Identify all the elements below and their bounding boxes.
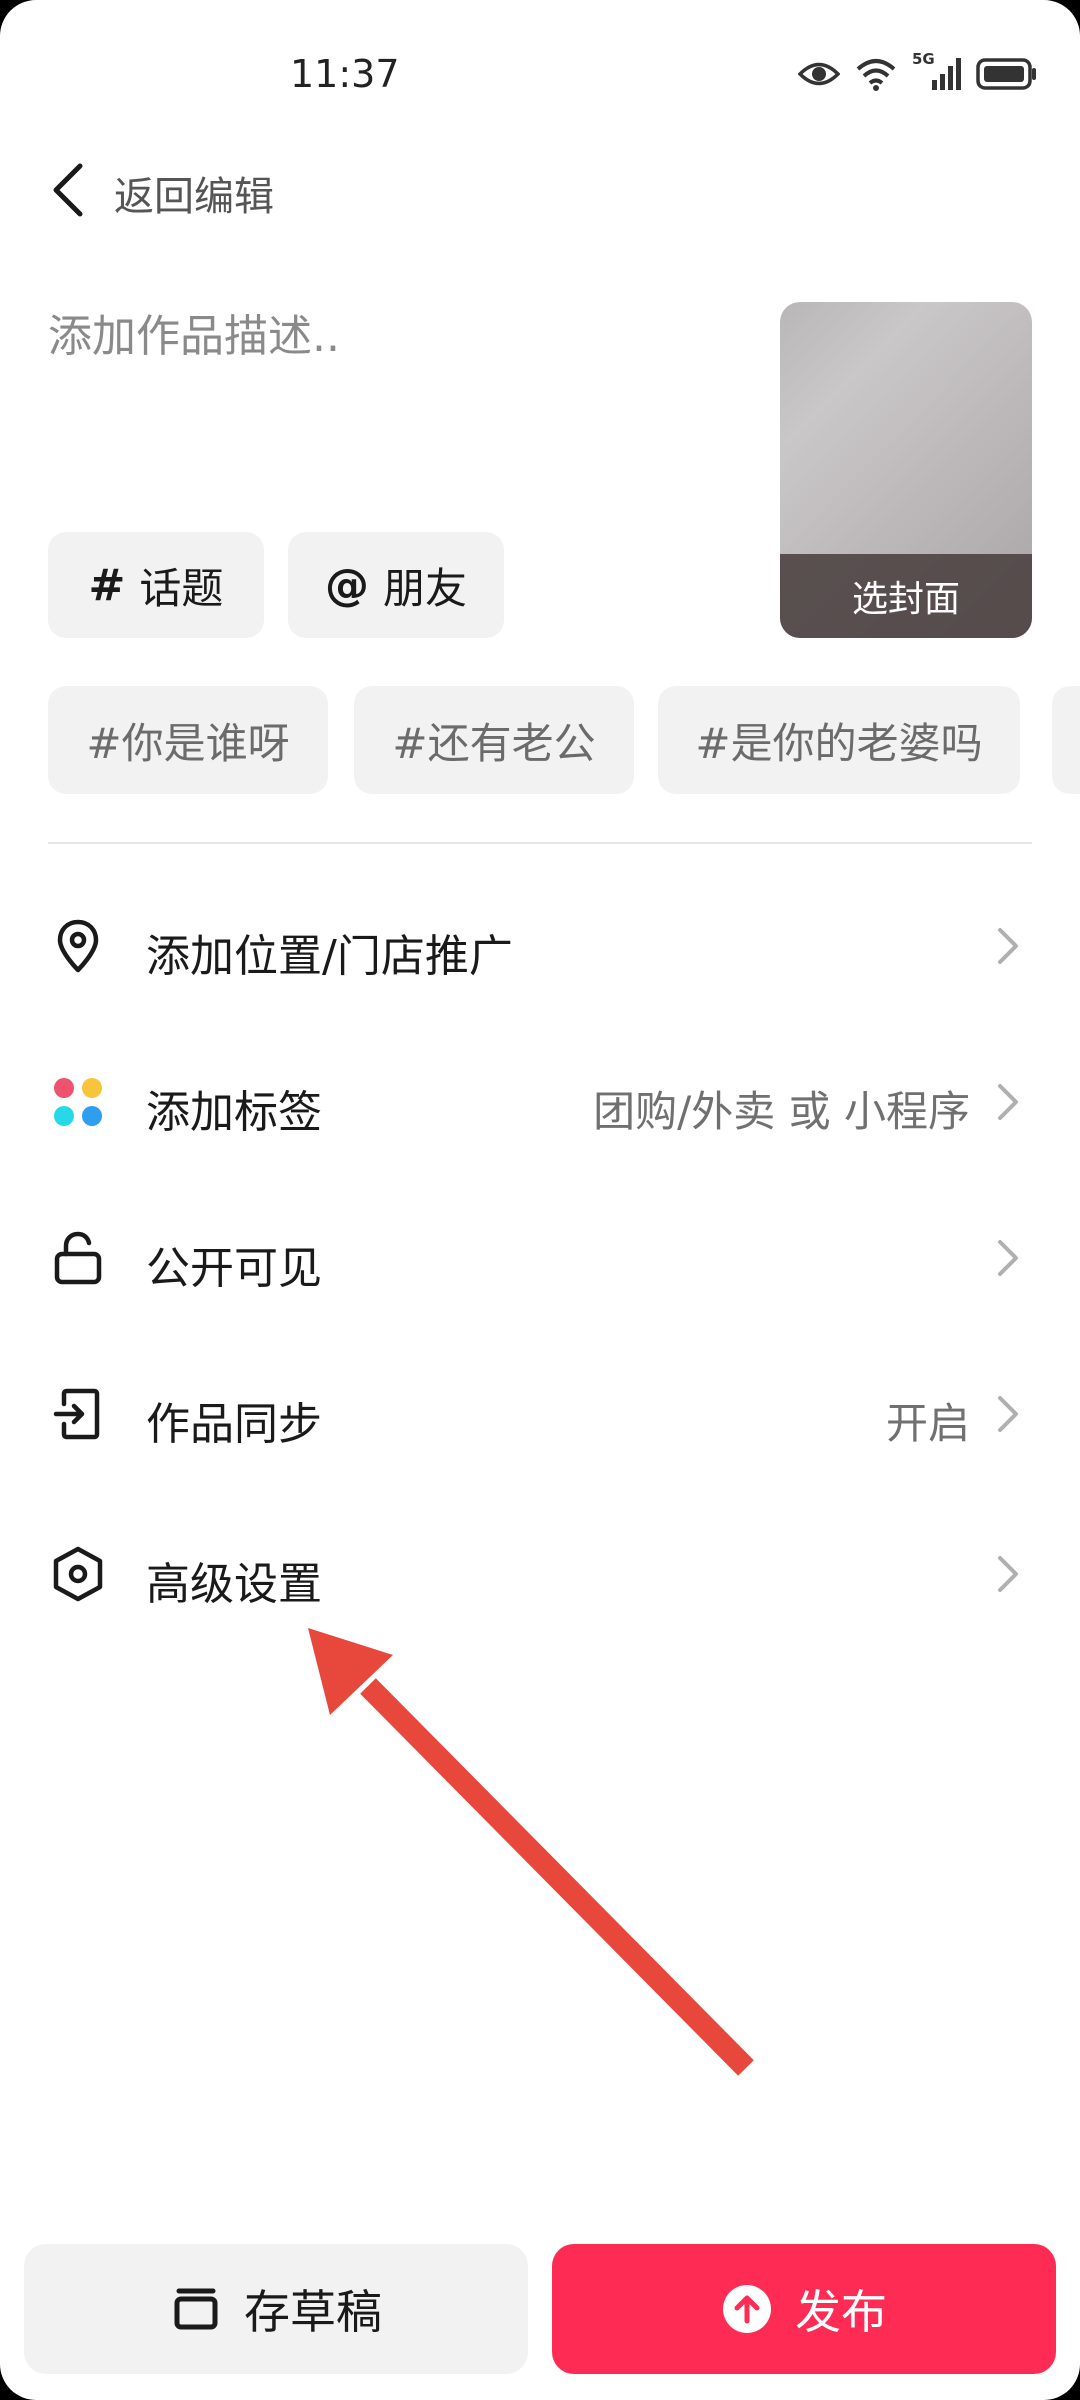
hashtag-suggestion[interactable]: #是你的老婆吗 <box>658 686 1020 794</box>
eye-icon <box>798 62 840 86</box>
back-to-edit-link[interactable]: 返回编辑 <box>114 164 274 222</box>
hashtag-suggestion[interactable]: #还有老公 <box>354 686 634 794</box>
colorful-dots-icon <box>54 1078 102 1126</box>
menu-row-visibility[interactable]: 公开可见 <box>0 1198 1080 1318</box>
cover-thumbnail[interactable]: 选封面 <box>780 302 1032 638</box>
hashtag-suggestion[interactable]: #你是谁呀 <box>48 686 328 794</box>
sync-icon <box>53 1388 100 1440</box>
menu-row-location[interactable]: 添加位置/门店推广 <box>0 886 1080 1006</box>
chevron-right-icon <box>998 1396 1018 1432</box>
friends-chip[interactable]: @ 朋友 <box>288 532 504 638</box>
screen: 11:37 5G 返回编辑 添加作品描述.. # 话题 @ 朋友 选封面 #你是… <box>0 0 1080 2400</box>
description-input[interactable] <box>48 296 708 376</box>
status-time: 11:37 <box>290 52 400 96</box>
menu-row-value: 开启 <box>885 1399 970 1448</box>
draft-box-icon <box>174 2288 218 2330</box>
back-arrow-icon[interactable] <box>48 160 88 220</box>
menu-row-value: 团购/外卖 或 小程序 <box>593 1087 970 1136</box>
at-icon: @ <box>324 559 369 611</box>
publish-button[interactable]: 发布 <box>552 2244 1056 2374</box>
menu-row-label: 添加位置/门店推广 <box>146 931 513 982</box>
chevron-right-icon <box>998 928 1018 964</box>
upload-arrow-icon <box>723 2285 771 2333</box>
save-draft-label: 存草稿 <box>244 2285 382 2339</box>
chevron-right-icon <box>998 1240 1018 1276</box>
battery-icon <box>976 58 1036 90</box>
friends-chip-label: 朋友 <box>382 563 467 613</box>
publish-label: 发布 <box>795 2285 887 2339</box>
save-draft-button[interactable]: 存草稿 <box>24 2244 528 2374</box>
hash-icon: # <box>88 559 126 611</box>
menu-row-label: 作品同步 <box>146 1399 322 1450</box>
hexagon-gear-icon <box>53 1546 103 1602</box>
hashtag-suggestion-partial[interactable] <box>1052 686 1080 794</box>
chevron-right-icon <box>998 1556 1018 1592</box>
select-cover-label[interactable]: 选封面 <box>780 554 1032 638</box>
location-pin-icon <box>57 919 99 973</box>
chevron-right-icon <box>998 1084 1018 1120</box>
menu-row-label: 高级设置 <box>146 1559 322 1610</box>
status-icons: 5G <box>798 50 1038 92</box>
topic-chip[interactable]: # 话题 <box>48 532 264 638</box>
menu-row-label: 添加标签 <box>146 1087 322 1138</box>
divider <box>48 842 1032 844</box>
menu-row-advanced-settings[interactable]: 高级设置 <box>0 1514 1080 1634</box>
menu-row-label: 公开可见 <box>146 1243 322 1294</box>
topic-chip-label: 话题 <box>139 563 224 613</box>
wifi-icon <box>856 59 896 91</box>
cellular-icon: 5G <box>912 50 962 92</box>
menu-row-add-tag[interactable]: 添加标签 团购/外卖 或 小程序 <box>0 1042 1080 1162</box>
unlock-icon <box>54 1231 102 1285</box>
menu-row-sync[interactable]: 作品同步 开启 <box>0 1354 1080 1474</box>
